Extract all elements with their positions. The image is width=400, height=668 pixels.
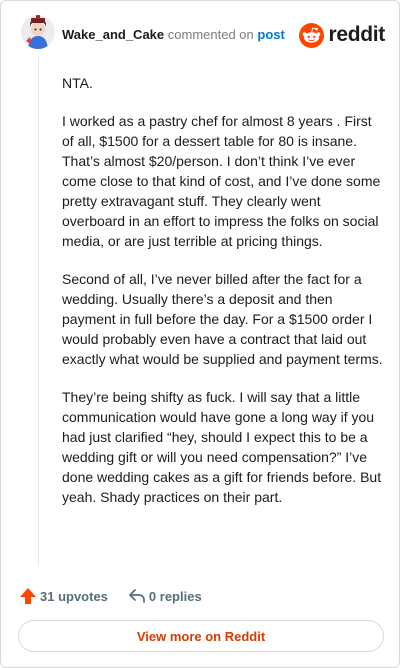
- reddit-logo[interactable]: reddit: [299, 21, 385, 49]
- commented-on-text: commented on: [167, 27, 254, 42]
- upvote-arrow-icon: [20, 588, 36, 604]
- reddit-wordmark: reddit: [328, 23, 385, 46]
- username-link[interactable]: Wake_and_Cake: [62, 27, 164, 42]
- comment-header: Wake_and_Cake commented on post reddit: [21, 15, 385, 55]
- reddit-snoo-icon: [299, 22, 325, 48]
- comment-meta: Wake_and_Cake commented on post: [62, 27, 285, 43]
- user-avatar[interactable]: [21, 15, 55, 49]
- comment-paragraph: They’re being shifty as fuck. I will say…: [62, 389, 382, 505]
- thread-line: [38, 57, 39, 565]
- avatar-illustration-icon: [21, 15, 55, 49]
- reply-button[interactable]: 0 replies: [128, 587, 202, 605]
- upvote-count: 31 upvotes: [40, 588, 108, 604]
- reply-count: 0 replies: [148, 588, 202, 604]
- comment-paragraph: I worked as a pastry chef for almost 8 y…: [62, 113, 381, 249]
- reply-arrow-icon: [129, 589, 145, 603]
- upvote-button[interactable]: 31 upvotes: [19, 587, 108, 605]
- comment-paragraph: NTA.: [62, 75, 93, 91]
- comment-actions: 31 upvotes 0 replies: [19, 585, 202, 607]
- comment-card: Wake_and_Cake commented on post reddit N…: [0, 0, 400, 668]
- view-more-button[interactable]: View more on Reddit: [18, 620, 384, 652]
- post-link[interactable]: post: [257, 27, 284, 42]
- comment-paragraph: Second of all, I’ve never billed after t…: [62, 271, 383, 367]
- comment-body: NTA. I worked as a pastry chef for almos…: [62, 73, 384, 525]
